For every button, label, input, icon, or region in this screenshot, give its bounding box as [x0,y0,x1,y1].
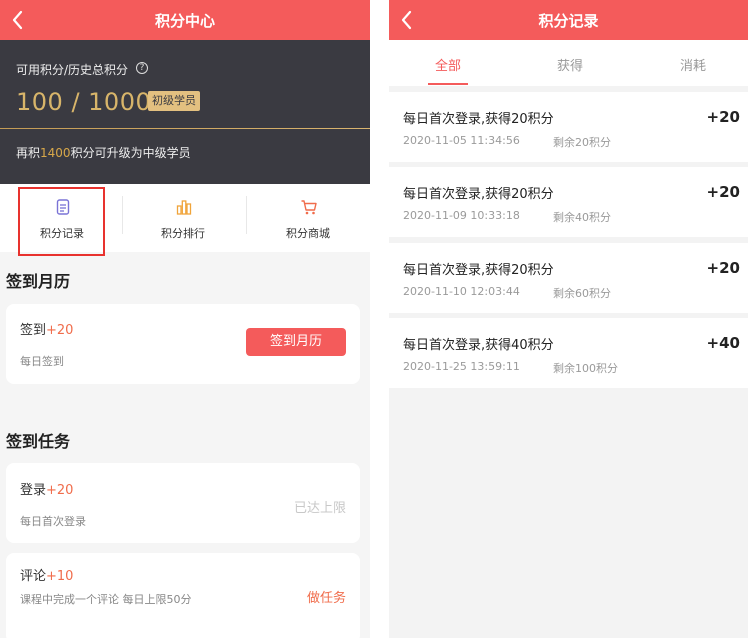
record-item: 每日首次登录,获得40积分 2020-11-25 13:59:11 剩余100积… [389,318,748,388]
level-badge: 初级学员 [148,91,200,111]
task-title: 登录+20 [20,479,73,498]
record-delta: +40 [706,334,740,352]
upgrade-tip: 再积1400积分可升级为中级学员 [16,144,191,161]
checkin-points: +20 [46,323,74,338]
task-label: 评论 [20,569,47,584]
calendar-section-title: 签到月历 [6,272,71,291]
quick-label: 积分排行 [161,227,205,240]
quick-points-mall[interactable]: 积分商城 [248,184,368,252]
points-value: 100 / 1000 [16,88,152,116]
cart-icon [301,200,317,215]
bar-chart-icon [176,200,192,215]
upgrade-amount: 1400 [40,146,71,160]
divider [0,128,370,129]
record-item: 每日首次登录,获得20积分 2020-11-10 12:03:44 剩余60积分… [389,243,748,313]
active-tab-underline [428,83,468,85]
checkin-title: 签到+20 [20,319,73,338]
page-title: 积分中心 [154,12,215,30]
record-remain: 剩余40积分 [553,211,611,224]
task-status-limit-reached: 已达上限 [293,501,346,516]
record-desc: 每日首次登录,获得20积分 [403,112,554,127]
record-item: 每日首次登录,获得20积分 2020-11-09 10:33:18 剩余40积分… [389,167,748,237]
record-remain: 剩余100积分 [553,362,618,375]
highlight-box [18,187,105,256]
task-points: +20 [46,483,74,498]
do-task-button[interactable]: 做任务 [307,587,346,606]
record-desc: 每日首次登录,获得40积分 [403,338,554,353]
record-tabs: 全部 获得 消耗 [389,40,748,86]
upgrade-prefix: 再积 [16,146,41,160]
record-delta: +20 [706,183,740,201]
tab-all[interactable]: 全部 [435,55,461,74]
record-remain: 剩余60积分 [553,287,611,300]
points-label: 可用积分/历史总积分 [16,63,129,77]
record-time: 2020-11-05 11:34:56 [403,134,520,147]
checkin-card: 签到+20 每日签到 签到月历 [6,304,360,384]
record-desc: 每日首次登录,获得20积分 [403,263,554,278]
record-time: 2020-11-09 10:33:18 [403,209,520,222]
help-icon[interactable]: ? [136,62,148,74]
record-delta: +20 [706,259,740,277]
tab-consumed[interactable]: 消耗 [680,55,706,74]
divider [246,196,247,234]
record-time: 2020-11-25 13:59:11 [403,360,520,373]
page-title: 积分记录 [538,12,599,30]
task-card-login: 登录+20 每日首次登录 已达上限 [6,463,360,543]
record-item: 每日首次登录,获得20积分 2020-11-05 11:34:56 剩余20积分… [389,92,748,162]
checkin-label: 签到 [20,323,47,338]
quick-label: 积分商城 [286,227,330,240]
points-record-screen: 积分记录 全部 获得 消耗 每日首次登录,获得20积分 2020-11-05 1… [389,0,748,638]
task-subtitle: 课程中完成一个评论 每日上限50分 [20,593,192,606]
task-subtitle: 每日首次登录 [20,515,86,528]
task-section-title: 签到任务 [6,432,71,451]
task-card-comment: 评论+10 课程中完成一个评论 每日上限50分 做任务 [6,553,360,638]
record-remain: 剩余20积分 [553,136,611,149]
tab-earned[interactable]: 获得 [557,55,583,74]
record-desc: 每日首次登录,获得20积分 [403,187,554,202]
record-time: 2020-11-10 12:03:44 [403,285,520,298]
task-title: 评论+10 [20,565,73,584]
points-center-screen: 积分中心 可用积分/历史总积分 ? 100 / 1000 初级学员 再积1400… [0,0,370,638]
checkin-calendar-button[interactable]: 签到月历 [246,328,346,356]
points-summary-panel: 可用积分/历史总积分 ? 100 / 1000 初级学员 再积1400积分可升级… [0,40,370,184]
top-bar: 积分记录 [389,0,748,40]
upgrade-suffix: 积分可升级为中级学员 [70,146,191,160]
top-bar: 积分中心 [0,0,370,40]
checkin-subtitle: 每日签到 [20,355,64,368]
task-points: +10 [46,569,74,584]
quick-points-ranking[interactable]: 积分排行 [123,184,243,252]
task-label: 登录 [20,483,47,498]
record-delta: +20 [706,108,740,126]
